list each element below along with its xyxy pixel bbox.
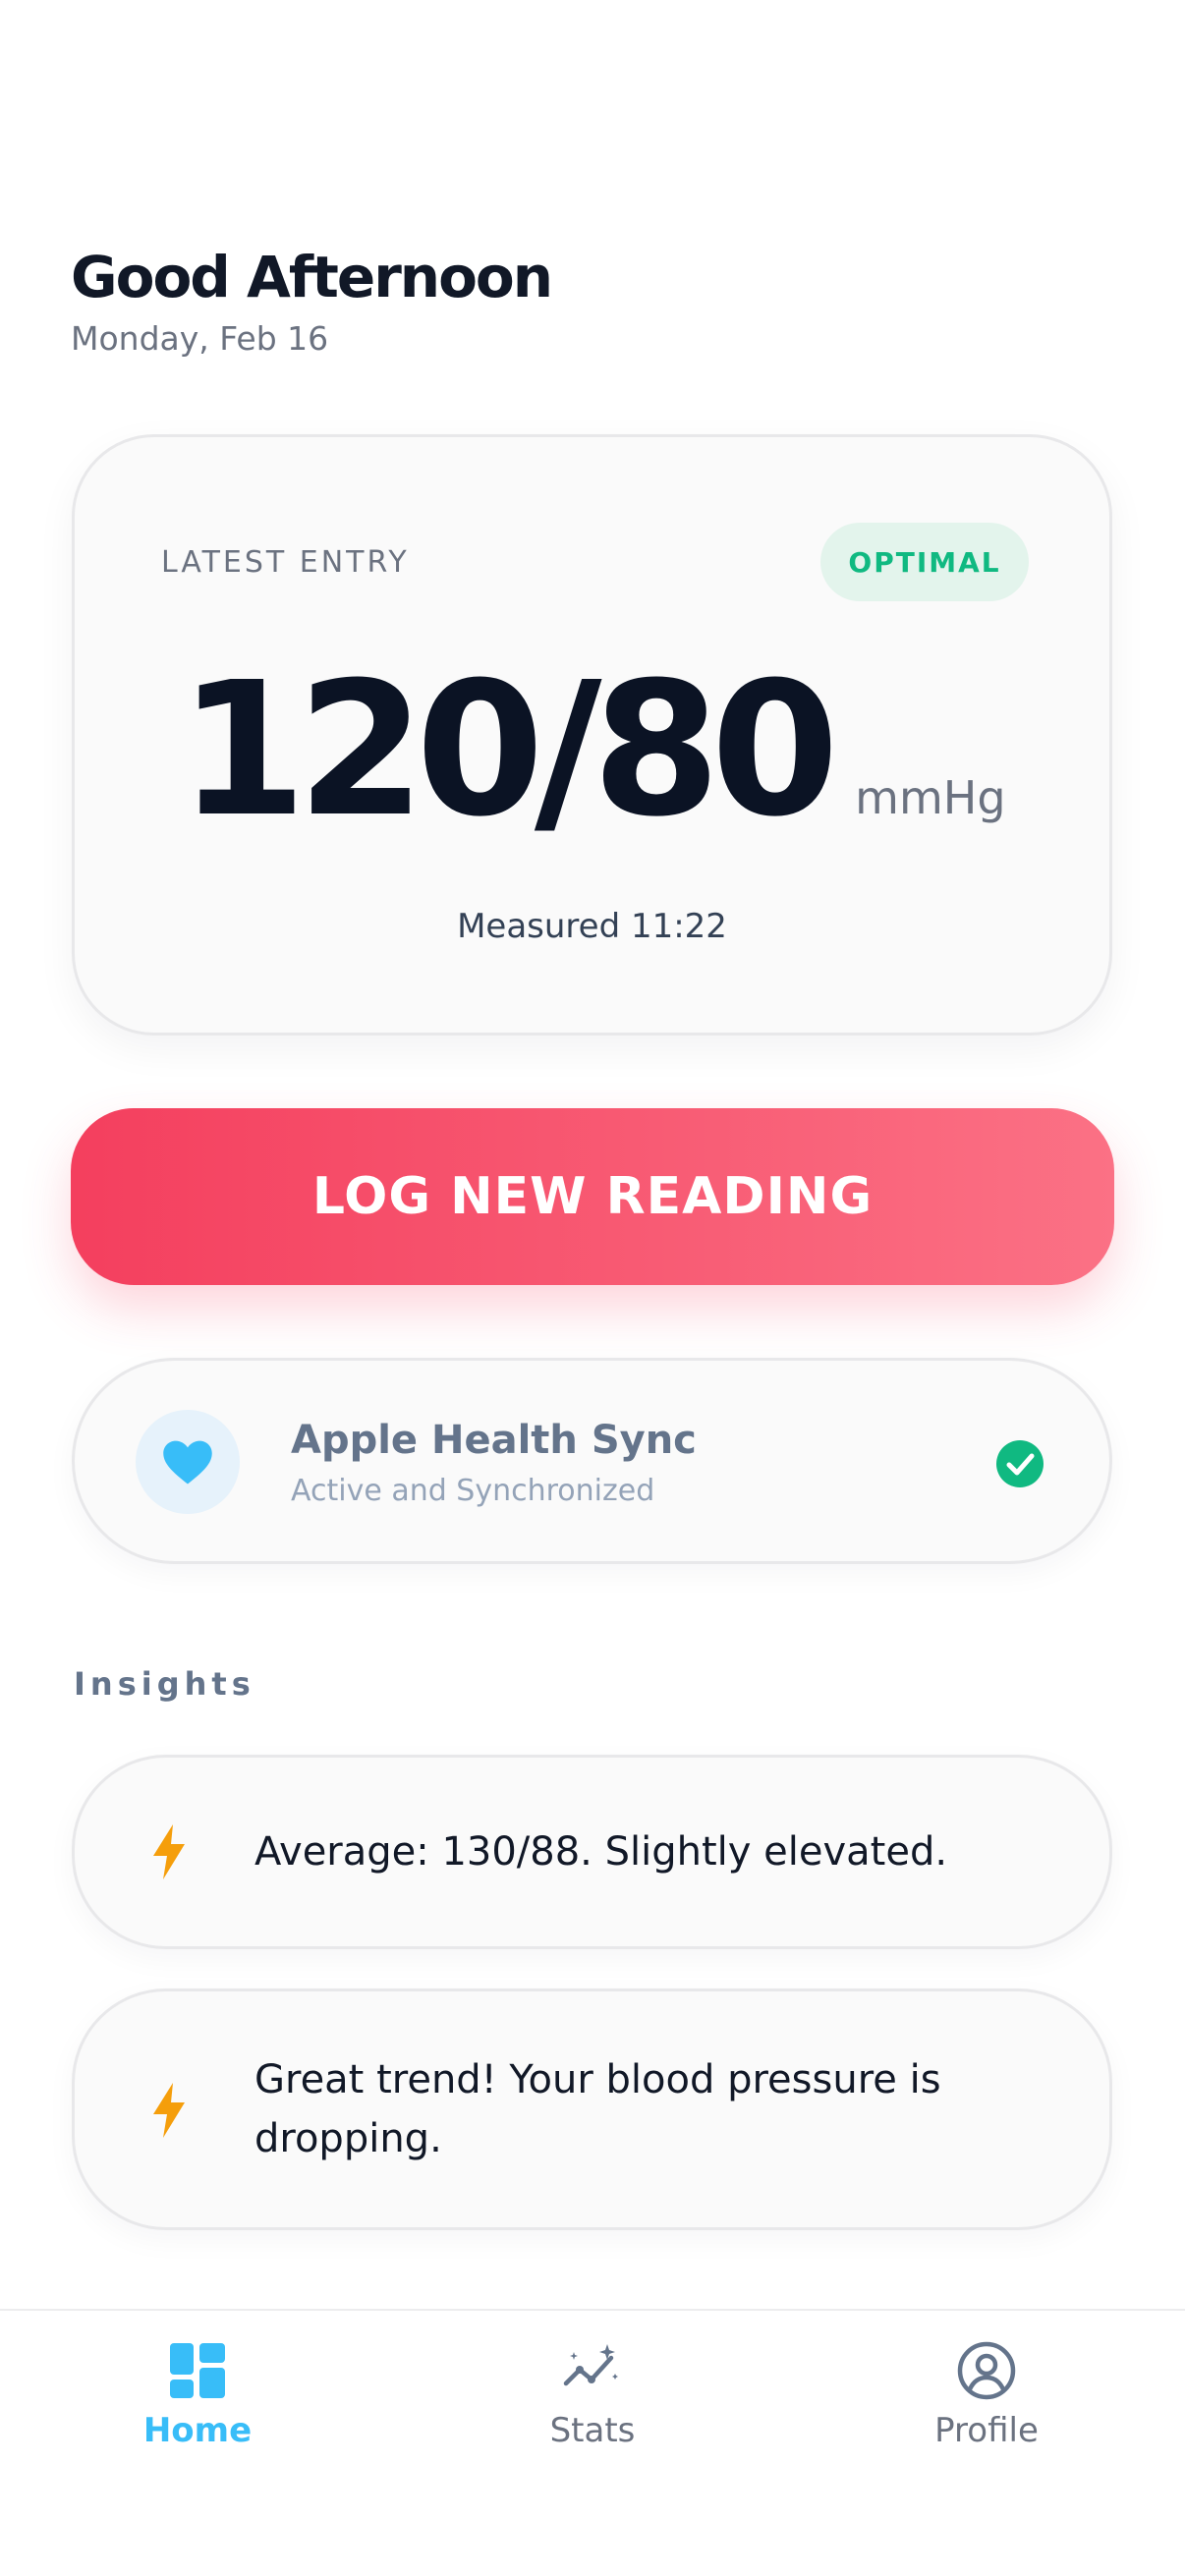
greeting-title: Good Afternoon: [71, 244, 553, 310]
sync-title: Apple Health Sync: [291, 1418, 697, 1463]
log-new-reading-button[interactable]: LOG NEW READING: [71, 1108, 1114, 1285]
nav-item-stats[interactable]: Stats: [465, 2340, 720, 2468]
nav-item-home[interactable]: Home: [70, 2340, 325, 2468]
health-sync-card[interactable]: Apple Health Sync Active and Synchronize…: [72, 1358, 1112, 1564]
status-badge: OPTIMAL: [820, 523, 1029, 601]
latest-entry-label: LATEST ENTRY: [161, 545, 410, 580]
dashboard-icon: [170, 2343, 225, 2398]
sync-subtitle: Active and Synchronized: [291, 1474, 655, 1508]
insight-card[interactable]: Average: 130/88. Slightly elevated.: [72, 1755, 1112, 1949]
bolt-icon: [153, 1824, 185, 1879]
insight-text: Average: 130/88. Slightly elevated.: [254, 1829, 948, 1875]
heart-icon: [163, 1440, 212, 1484]
insight-text: Great trend! Your blood pressure is drop…: [254, 2057, 941, 2161]
check-circle-icon: [996, 1440, 1044, 1487]
chart-sparkle-icon: [563, 2344, 618, 2386]
bottom-nav: Home Stats Profile: [0, 2309, 1185, 2576]
heart-icon-container: [136, 1410, 240, 1514]
nav-label-profile: Profile: [934, 2411, 1039, 2450]
home-screen: Good Afternoon Monday, Feb 16 LATEST ENT…: [0, 0, 1185, 2576]
reading-row: 120/80 mmHg: [75, 658, 1109, 843]
latest-entry-card[interactable]: LATEST ENTRY OPTIMAL 120/80 mmHg Measure…: [72, 434, 1112, 1036]
current-date: Monday, Feb 16: [71, 319, 329, 358]
blood-pressure-reading: 120/80: [178, 643, 839, 858]
measured-time: Measured 11:22: [457, 907, 727, 946]
insights-section-title: Insights: [74, 1665, 255, 1703]
insight-card[interactable]: Great trend! Your blood pressure is drop…: [72, 1988, 1112, 2230]
bolt-icon: [153, 2083, 185, 2138]
nav-label-home: Home: [142, 2411, 253, 2450]
nav-item-profile[interactable]: Profile: [859, 2340, 1114, 2468]
nav-label-stats: Stats: [549, 2411, 636, 2450]
user-circle-icon: [957, 2341, 1016, 2400]
reading-unit: mmHg: [855, 771, 1006, 824]
